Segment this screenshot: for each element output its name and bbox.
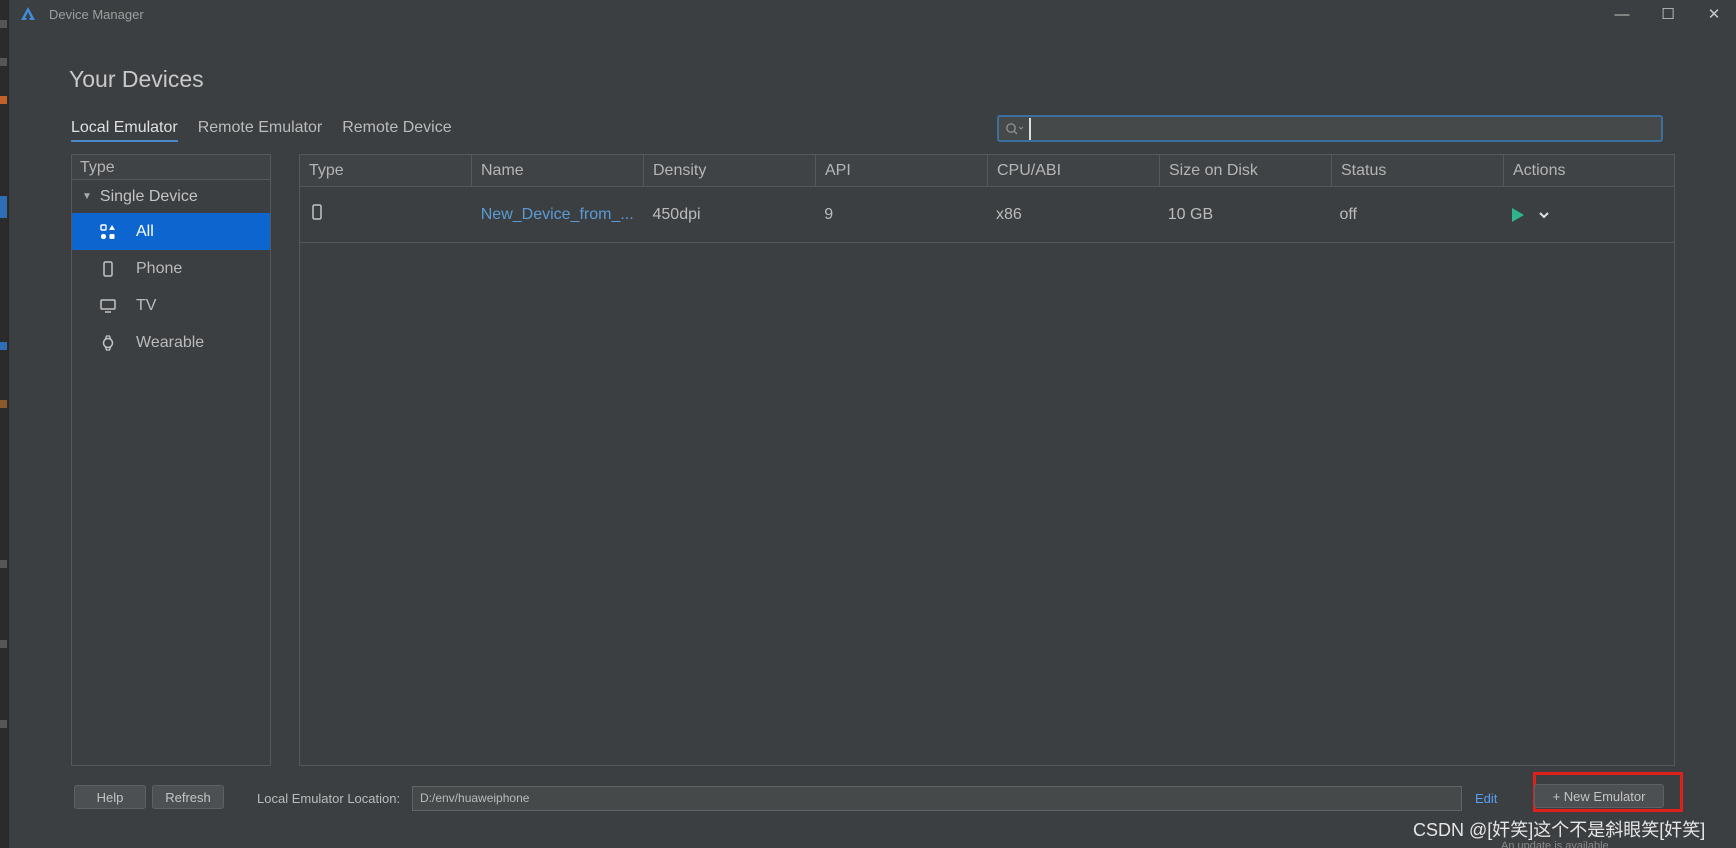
background-ide-strip bbox=[0, 0, 8, 848]
type-item-label: Phone bbox=[136, 259, 183, 277]
emulator-location-label: Local Emulator Location: bbox=[257, 791, 401, 806]
help-button[interactable]: Help bbox=[74, 785, 146, 809]
column-header-api[interactable]: API bbox=[816, 155, 988, 186]
device-tabs: Local Emulator Remote Emulator Remote De… bbox=[71, 119, 452, 142]
table-header: Type Name Density API CPU/ABI Size on Di… bbox=[300, 155, 1674, 187]
column-header-status[interactable]: Status bbox=[1332, 155, 1504, 186]
edit-location-link[interactable]: Edit bbox=[1475, 791, 1497, 806]
minimize-icon: — bbox=[1614, 5, 1630, 23]
tv-icon bbox=[100, 298, 116, 314]
tab-local-emulator[interactable]: Local Emulator bbox=[71, 119, 178, 142]
search-icon bbox=[1006, 122, 1024, 134]
single-device-group[interactable]: ▼ Single Device bbox=[72, 180, 270, 213]
title-bar: Device Manager — ☐ ✕ bbox=[9, 0, 1736, 28]
type-item-wearable[interactable]: Wearable bbox=[72, 324, 270, 361]
update-notification: An update is available bbox=[1501, 840, 1609, 848]
device-size-cell: 10 GB bbox=[1167, 205, 1214, 223]
search-input[interactable] bbox=[1029, 117, 1661, 140]
type-item-all[interactable]: All bbox=[72, 213, 270, 250]
device-cpu-cell: x86 bbox=[996, 205, 1022, 223]
tab-remote-emulator[interactable]: Remote Emulator bbox=[198, 119, 323, 142]
device-type-panel: Type ▼ Single Device All Phone TV Wearab… bbox=[71, 154, 271, 766]
page-title: Your Devices bbox=[69, 66, 204, 92]
maximize-button[interactable]: ☐ bbox=[1645, 0, 1691, 28]
type-item-label: Wearable bbox=[136, 333, 205, 351]
play-icon[interactable] bbox=[1511, 207, 1525, 222]
device-density-cell: 450dpi bbox=[652, 205, 701, 223]
close-button[interactable]: ✕ bbox=[1691, 0, 1736, 28]
deveco-logo-icon bbox=[21, 7, 35, 20]
type-item-tv[interactable]: TV bbox=[72, 287, 270, 324]
window-title: Device Manager bbox=[49, 6, 144, 22]
group-label: Single Device bbox=[99, 187, 198, 205]
column-header-density[interactable]: Density bbox=[644, 155, 816, 186]
grid-icon bbox=[100, 223, 116, 240]
device-status-cell: off bbox=[1339, 205, 1358, 223]
csdn-watermark: CSDN @[奸笑]这个不是斜眼笑[奸笑] bbox=[1413, 820, 1706, 840]
type-item-label: All bbox=[136, 222, 154, 240]
device-table: Type Name Density API CPU/ABI Size on Di… bbox=[299, 154, 1675, 766]
column-header-type[interactable]: Type bbox=[300, 155, 472, 186]
device-manager-window: Device Manager — ☐ ✕ Your Devices Local … bbox=[8, 0, 1736, 848]
triangle-down-icon: ▼ bbox=[82, 191, 92, 202]
chevron-down-icon[interactable] bbox=[1537, 208, 1551, 222]
close-icon: ✕ bbox=[1707, 6, 1721, 23]
column-header-actions: Actions bbox=[1513, 162, 1566, 179]
column-header-size[interactable]: Size on Disk bbox=[1160, 155, 1332, 186]
type-item-phone[interactable]: Phone bbox=[72, 250, 270, 287]
device-type-cell bbox=[300, 204, 472, 225]
search-box[interactable] bbox=[997, 115, 1663, 142]
table-row[interactable]: New_Device_from_... 450dpi 9 x86 10 GB o… bbox=[300, 187, 1674, 243]
column-header-cpu[interactable]: CPU/ABI bbox=[988, 155, 1160, 186]
phone-icon bbox=[100, 260, 116, 277]
maximize-icon: ☐ bbox=[1661, 6, 1675, 23]
emulator-location-field[interactable]: D:/env/huaweiphone bbox=[412, 786, 1462, 811]
new-emulator-button[interactable]: + New Emulator bbox=[1534, 784, 1664, 808]
column-header-name[interactable]: Name bbox=[472, 155, 644, 186]
device-api-cell: 9 bbox=[824, 205, 834, 223]
device-actions-cell bbox=[1502, 207, 1674, 222]
tab-remote-device[interactable]: Remote Device bbox=[342, 119, 451, 142]
device-name-cell[interactable]: New_Device_from_... bbox=[472, 206, 644, 224]
refresh-button[interactable]: Refresh bbox=[152, 785, 224, 809]
phone-icon bbox=[312, 204, 322, 220]
minimize-button[interactable]: — bbox=[1599, 0, 1645, 28]
type-item-label: TV bbox=[136, 296, 157, 314]
watch-icon bbox=[100, 334, 116, 351]
type-panel-header: Type bbox=[72, 155, 270, 180]
